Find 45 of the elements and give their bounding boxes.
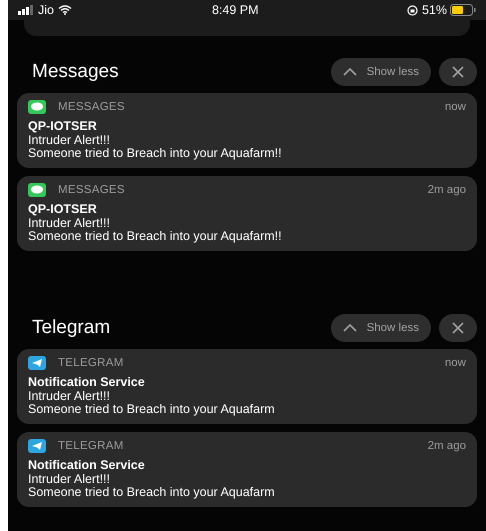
carrier-name: Jio <box>38 2 54 19</box>
show-less-button[interactable]: Show less <box>330 314 431 342</box>
app-name: MESSAGES <box>58 182 125 198</box>
group-title: Telegram <box>32 316 110 340</box>
close-button[interactable] <box>439 314 477 342</box>
show-less-button[interactable]: Show less <box>330 58 431 86</box>
notification-time: now <box>444 356 466 370</box>
wifi-icon <box>58 5 72 15</box>
message-text: Intruder Alert!!! <box>28 217 111 230</box>
sender-name: Notification Service <box>28 374 146 390</box>
app-name: TELEGRAM <box>58 356 124 370</box>
notification-time: now <box>444 100 466 114</box>
clock-time: 8:49 PM <box>212 2 259 19</box>
notification-card[interactable]: MESSAGES now QP-IOTSER Intruder Alert!!! Someone tried to Breach into your Aquafarm!! <box>17 92 477 168</box>
close-button[interactable] <box>439 58 477 86</box>
chevron-up-icon <box>342 68 357 76</box>
chevron-up-icon <box>342 324 357 332</box>
message-text: Intruder Alert!!! <box>28 473 111 486</box>
chat-bubble-icon <box>28 100 46 114</box>
battery-percent: 51% <box>422 2 447 19</box>
group-title: Messages <box>32 60 119 84</box>
notification-time: 2m ago <box>428 182 466 198</box>
sender-name: QP-IOTSER <box>28 202 98 217</box>
app-name: TELEGRAM <box>58 438 124 454</box>
paper-plane-icon <box>28 439 46 454</box>
chat-bubble-icon <box>28 183 46 198</box>
rotation-lock-icon <box>406 4 418 16</box>
notification-time: 2m ago <box>428 438 466 454</box>
signal-icon <box>18 5 34 15</box>
message-text: Someone tried to Breach into your Aquafarm!! <box>28 146 283 160</box>
notification-card[interactable]: TELEGRAM now Notification Service Intruder Alert!!! Someone tried to Breach into your Aquafarm <box>17 348 477 424</box>
paper-plane-icon <box>28 356 46 370</box>
sender-name: Notification Service <box>28 458 146 473</box>
battery-icon <box>450 4 476 16</box>
message-text: Intruder Alert!!! <box>28 134 111 147</box>
close-icon <box>452 322 464 334</box>
message-text: Intruder Alert!!! <box>28 390 111 403</box>
notification-card[interactable]: MESSAGES 2m ago QP-IOTSER Intruder Alert!!! Someone tried to Breach into your Aquafarm!! <box>17 176 477 251</box>
message-text: Someone tried to Breach into your Aquafarm <box>28 402 276 416</box>
message-text: Someone tried to Breach into your Aquafarm!! <box>28 230 283 243</box>
sender-name: QP-IOTSER <box>28 118 98 134</box>
app-name: MESSAGES <box>58 100 125 114</box>
close-icon <box>452 66 464 78</box>
message-text: Someone tried to Breach into your Aquafarm <box>28 486 276 499</box>
notification-card[interactable]: TELEGRAM 2m ago Notification Service Intruder Alert!!! Someone tried to Breach into your Aquafarm <box>17 432 477 507</box>
